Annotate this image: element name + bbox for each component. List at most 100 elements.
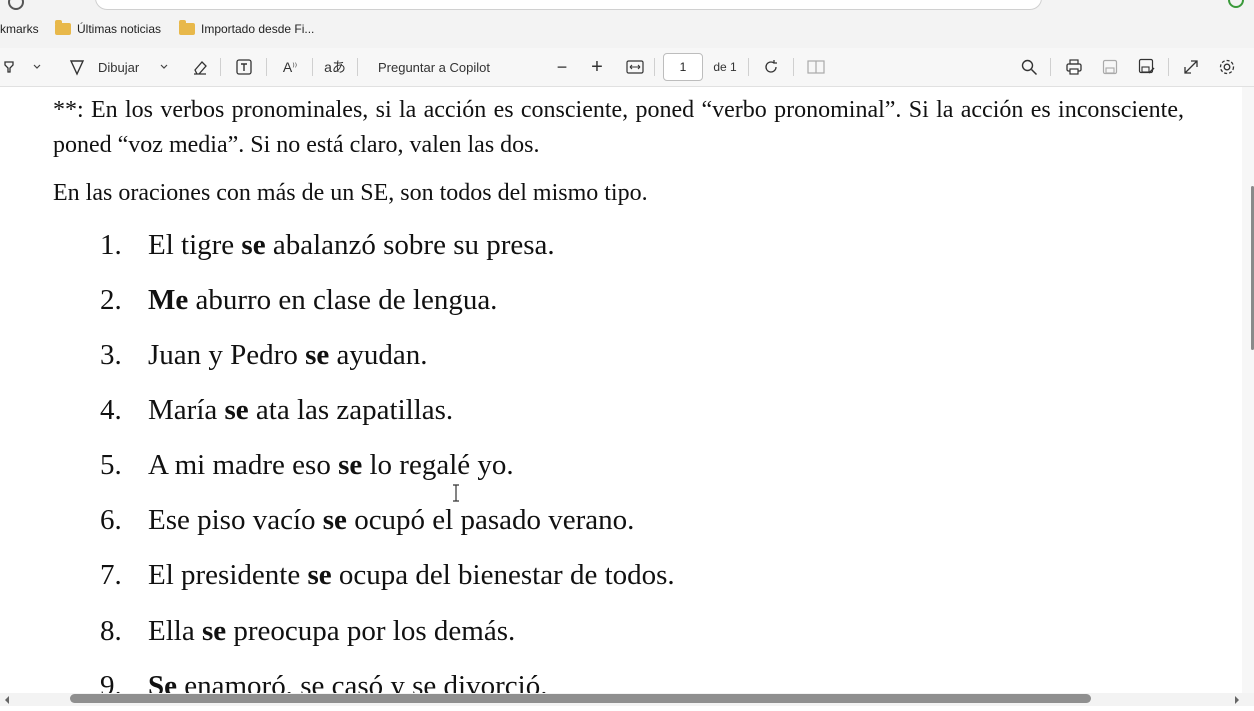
item-text: ayudan.	[329, 339, 428, 371]
list-item: 2. Me aburro en clase de lengua.	[100, 284, 497, 324]
ask-copilot-button[interactable]: Preguntar a Copilot	[368, 57, 500, 77]
item-bold: Me	[148, 284, 189, 316]
bookmark-label: Importado desde Fi...	[201, 22, 315, 36]
text-cursor-icon	[452, 484, 460, 502]
print-icon[interactable]	[1063, 57, 1085, 77]
item-bold: se	[322, 504, 347, 536]
item-number: 1.	[100, 229, 122, 261]
item-text: lo regalé yo.	[362, 449, 514, 481]
horizontal-scrollbar-thumb[interactable]	[70, 694, 1091, 703]
browser-top-strip	[0, 0, 1254, 10]
list-item: 6. Ese piso vacío se ocupó el pasado vera…	[100, 504, 634, 544]
item-bold: se	[307, 559, 332, 591]
folder-icon	[179, 20, 195, 35]
pdf-page: **: En los verbos pronominales, si la ac…	[0, 87, 1242, 693]
toolbar-divider	[748, 58, 749, 76]
toolbar-divider	[220, 58, 221, 76]
item-bold: se	[338, 449, 363, 481]
list-item: 3. Juan y Pedro se ayudan.	[100, 339, 428, 379]
draw-button[interactable]: Dibujar	[68, 57, 148, 77]
page-number-input[interactable]: 1	[663, 53, 703, 81]
item-number: 8.	[100, 615, 122, 647]
page-number-value: 1	[679, 60, 687, 74]
item-bold: se	[305, 339, 330, 371]
settings-icon[interactable]	[1216, 57, 1238, 77]
item-text: María	[148, 394, 225, 426]
bookmark-importado[interactable]: Importado desde Fi...	[179, 20, 314, 38]
item-text: A mi madre eso	[148, 449, 339, 481]
item-number: 9.	[100, 670, 122, 693]
item-text: El tigre	[148, 229, 242, 261]
toolbar-divider	[266, 58, 267, 76]
list-item: 5. A mi madre eso se lo regalé yo.	[100, 449, 514, 489]
rotate-icon[interactable]	[760, 57, 782, 77]
folder-icon	[55, 20, 71, 35]
page-view-icon[interactable]	[805, 57, 827, 77]
item-number: 4.	[100, 394, 122, 426]
item-bold: se	[201, 615, 227, 647]
save-icon[interactable]	[1099, 57, 1121, 77]
address-bar[interactable]	[95, 0, 1042, 10]
save-as-icon[interactable]	[1136, 57, 1158, 77]
item-bold: se	[241, 229, 266, 261]
item-text: enamoró, se casó y se divorció.	[177, 670, 548, 693]
list-item: 1. El tigre se abalanzó sobre su presa.	[100, 229, 555, 269]
toolbar-divider	[654, 58, 655, 76]
toolbar-divider	[1050, 58, 1051, 76]
draw-icon	[68, 58, 86, 76]
item-number: 5.	[100, 449, 122, 481]
fit-width-icon[interactable]	[624, 57, 646, 77]
item-text: El presidente	[148, 559, 308, 591]
item-text: aburro en clase de lengua.	[188, 284, 498, 316]
list-item: 4. María se ata las zapatillas.	[100, 394, 453, 434]
translate-icon[interactable]: aあ	[323, 57, 347, 77]
item-text: ata las zapatillas.	[248, 394, 454, 426]
item-bold: se	[224, 394, 249, 426]
bookmark-label: Últimas noticias	[77, 22, 162, 36]
item-number: 6.	[100, 504, 122, 536]
item-text: preocupa por los demás.	[226, 615, 516, 647]
item-text: Ella	[148, 615, 202, 647]
highlighter-icon[interactable]	[2, 57, 20, 77]
bookmarks-bar: kmarks Últimas noticias Importado desde …	[0, 10, 1254, 48]
item-text: Juan y Pedro	[148, 339, 306, 371]
bookmarks-partial-text: kmarks	[0, 22, 39, 36]
back-icon[interactable]	[8, 0, 24, 10]
item-bold: Se	[148, 670, 177, 693]
item-text: ocupa del bienestar de todos.	[331, 559, 675, 591]
chevron-down-icon[interactable]	[30, 57, 44, 77]
intro-paragraph: En las oraciones con más de un SE, son t…	[53, 180, 648, 206]
text-icon[interactable]	[233, 57, 255, 77]
bookmarks-partial-label[interactable]: kmarks	[0, 20, 39, 38]
draw-label: Dibujar	[98, 59, 140, 75]
toolbar-divider	[312, 58, 313, 76]
search-icon[interactable]	[1018, 57, 1040, 77]
fullscreen-icon[interactable]	[1180, 57, 1202, 77]
chevron-down-icon[interactable]	[157, 57, 171, 77]
list-item: 9. Se enamoró, se casó y se divorció.	[100, 670, 547, 693]
toolbar-divider	[357, 58, 358, 76]
item-number: 2.	[100, 284, 122, 316]
item-text: abalanzó sobre su presa.	[265, 229, 555, 261]
zoom-out-icon[interactable]: −	[552, 57, 572, 77]
item-text: Ese piso vacío	[148, 504, 323, 536]
profile-icon[interactable]	[1228, 0, 1244, 8]
bookmark-ultimas-noticias[interactable]: Últimas noticias	[55, 20, 161, 38]
note-paragraph: **: En los verbos pronominales, si la ac…	[53, 97, 1184, 158]
pdf-toolbar: Dibujar A ⁾⁾ aあ Preguntar a Copilot − + 1…	[0, 48, 1254, 87]
toolbar-divider	[1168, 58, 1169, 76]
list-item: 7. El presidente se ocupa del bienestar d…	[100, 559, 675, 599]
scroll-left-icon[interactable]	[2, 693, 12, 705]
zoom-in-icon[interactable]: +	[587, 56, 607, 78]
read-aloud-icon[interactable]: A ⁾⁾	[278, 57, 302, 77]
item-text: ocupó el pasado verano.	[346, 504, 635, 536]
eraser-icon[interactable]	[189, 57, 211, 77]
list-item: 8. Ella se preocupa por los demás.	[100, 615, 515, 655]
toolbar-divider	[793, 58, 794, 76]
page-total-label: de 1	[713, 60, 737, 74]
scroll-right-icon[interactable]	[1232, 693, 1242, 705]
item-number: 3.	[100, 339, 122, 371]
item-number: 7.	[100, 559, 122, 591]
vertical-scrollbar-track[interactable]	[1242, 87, 1254, 693]
ask-copilot-label: Preguntar a Copilot	[377, 59, 490, 75]
